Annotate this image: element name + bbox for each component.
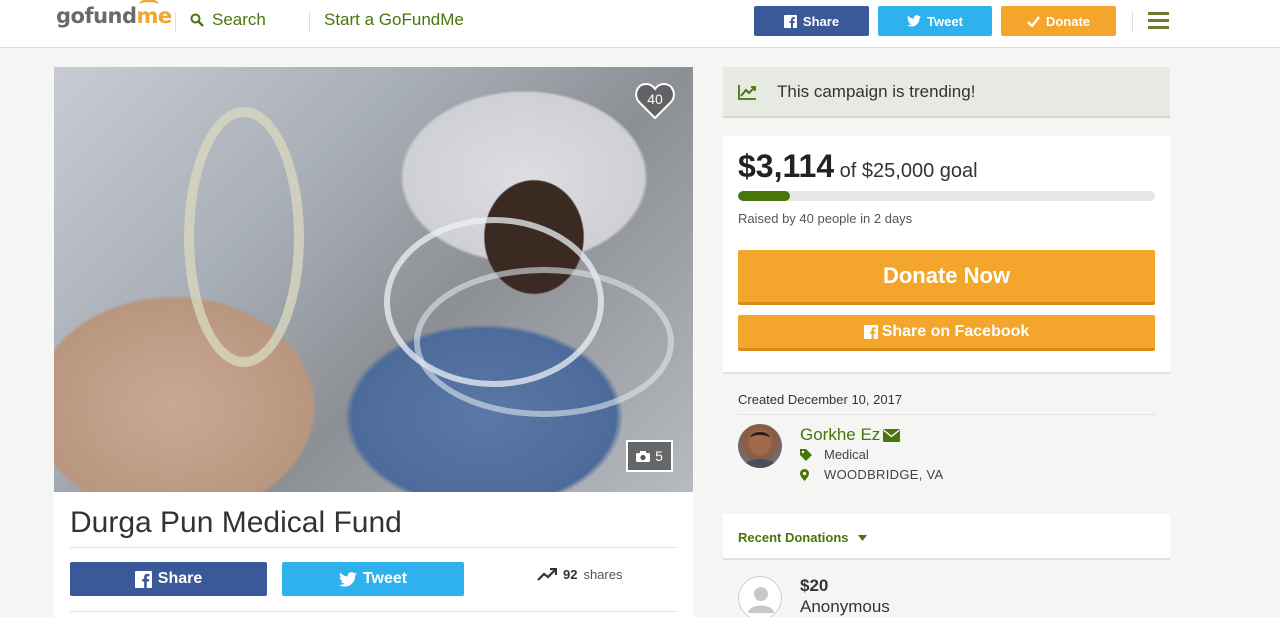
- trending-icon: [537, 568, 557, 581]
- donor-name: Anonymous: [800, 597, 890, 616]
- search-label: Search: [212, 10, 266, 29]
- caret-down-icon: [857, 534, 867, 541]
- divider: [70, 611, 677, 612]
- share-label: Share: [802, 13, 840, 29]
- header-donate-button[interactable]: Donate: [1001, 6, 1116, 36]
- progress-fill: [738, 191, 790, 201]
- campaign-photo[interactable]: [54, 67, 693, 492]
- header-tweet-button[interactable]: Tweet: [878, 6, 992, 36]
- facebook-icon: [863, 324, 878, 339]
- raised-by-text: Raised by 40 people in 2 days: [738, 211, 913, 226]
- twitter-icon: [338, 571, 357, 587]
- share-on-facebook-label: Share on Facebook: [881, 322, 1030, 340]
- campaign-title: Durga Pun Medical Fund: [70, 506, 402, 539]
- search-icon: [190, 13, 204, 27]
- recent-donations-panel: Recent Donations: [723, 514, 1170, 560]
- share-label: Share: [157, 570, 203, 587]
- menu-icon[interactable]: [1148, 12, 1169, 29]
- facebook-icon: [134, 570, 152, 588]
- start-gofundme-link[interactable]: Start a GoFundMe: [324, 10, 464, 30]
- shares-number: 92: [563, 567, 578, 582]
- divider: [1132, 12, 1133, 32]
- donate-now-button[interactable]: Donate Now: [738, 250, 1155, 305]
- camera-icon: [636, 450, 651, 462]
- photo-detail: [184, 107, 304, 367]
- of-text: of: [839, 160, 857, 182]
- share-on-facebook-button[interactable]: Share on Facebook: [738, 315, 1155, 351]
- goal-text: goal: [939, 160, 978, 182]
- shares-count: 92 shares: [537, 567, 623, 582]
- photo-detail: [414, 267, 674, 417]
- tag-icon: [800, 448, 824, 461]
- recent-donations-dropdown[interactable]: Recent Donations: [738, 530, 867, 545]
- recent-donations-label: Recent Donations: [738, 530, 849, 545]
- location-label: WOODBRIDGE, VA: [824, 467, 944, 482]
- donation-amount: $20: [800, 576, 829, 595]
- photo-count: 5: [655, 448, 663, 464]
- anonymous-user-icon: [738, 576, 782, 617]
- tweet-button[interactable]: Tweet: [282, 562, 464, 596]
- donation-panel: $3,114 of $25,000 goal Raised by 40 peop…: [723, 136, 1170, 374]
- category-label[interactable]: Medical: [824, 447, 869, 462]
- divider: [70, 547, 677, 548]
- share-facebook-button[interactable]: Share: [70, 562, 267, 596]
- goal-amount: $25,000: [861, 160, 935, 182]
- logo-fund: fund: [84, 4, 137, 28]
- heart-count: 40: [647, 91, 663, 107]
- tweet-label: Tweet: [362, 570, 408, 587]
- trending-banner: This campaign is trending!: [723, 67, 1170, 118]
- check-icon: [1027, 15, 1040, 27]
- search-link[interactable]: Search: [190, 10, 266, 30]
- tweet-label: Tweet: [927, 13, 963, 29]
- logo-me: me: [136, 4, 173, 28]
- divider: [738, 414, 1155, 415]
- progress-bar: [738, 191, 1155, 201]
- raised-amount: $3,114: [738, 148, 835, 184]
- trending-text: This campaign is trending!: [777, 81, 976, 101]
- heart-count-badge[interactable]: 40: [634, 80, 676, 120]
- created-date: Created December 10, 2017: [738, 392, 903, 407]
- logo-go: go: [56, 4, 85, 28]
- divider: [175, 12, 176, 32]
- top-nav: gofundme Search Start a GoFundMe Share T…: [0, 0, 1280, 48]
- envelope-icon[interactable]: [883, 428, 901, 442]
- photo-gallery-button[interactable]: 5: [626, 440, 673, 472]
- raised-summary: $3,114 of $25,000 goal: [738, 148, 978, 185]
- campaign-category: Medical: [800, 447, 869, 462]
- organizer-link[interactable]: Gorkhe Ez: [800, 425, 901, 445]
- gofundme-logo[interactable]: gofundme: [56, 4, 172, 28]
- campaign-title-card: Durga Pun Medical Fund Share Tweet 92 sh…: [54, 492, 693, 617]
- donate-label: Donate: [1045, 13, 1091, 29]
- facebook-icon: [783, 14, 797, 28]
- organizer-photo: [742, 431, 778, 468]
- organizer-avatar[interactable]: [738, 424, 782, 468]
- map-marker-icon: [800, 468, 824, 481]
- header-share-button[interactable]: Share: [754, 6, 869, 36]
- campaign-location: WOODBRIDGE, VA: [800, 467, 944, 482]
- trending-icon: [738, 84, 756, 100]
- shares-label: shares: [583, 567, 623, 582]
- organizer-name: Gorkhe Ez: [800, 425, 881, 444]
- twitter-icon: [907, 15, 922, 27]
- divider: [309, 12, 310, 32]
